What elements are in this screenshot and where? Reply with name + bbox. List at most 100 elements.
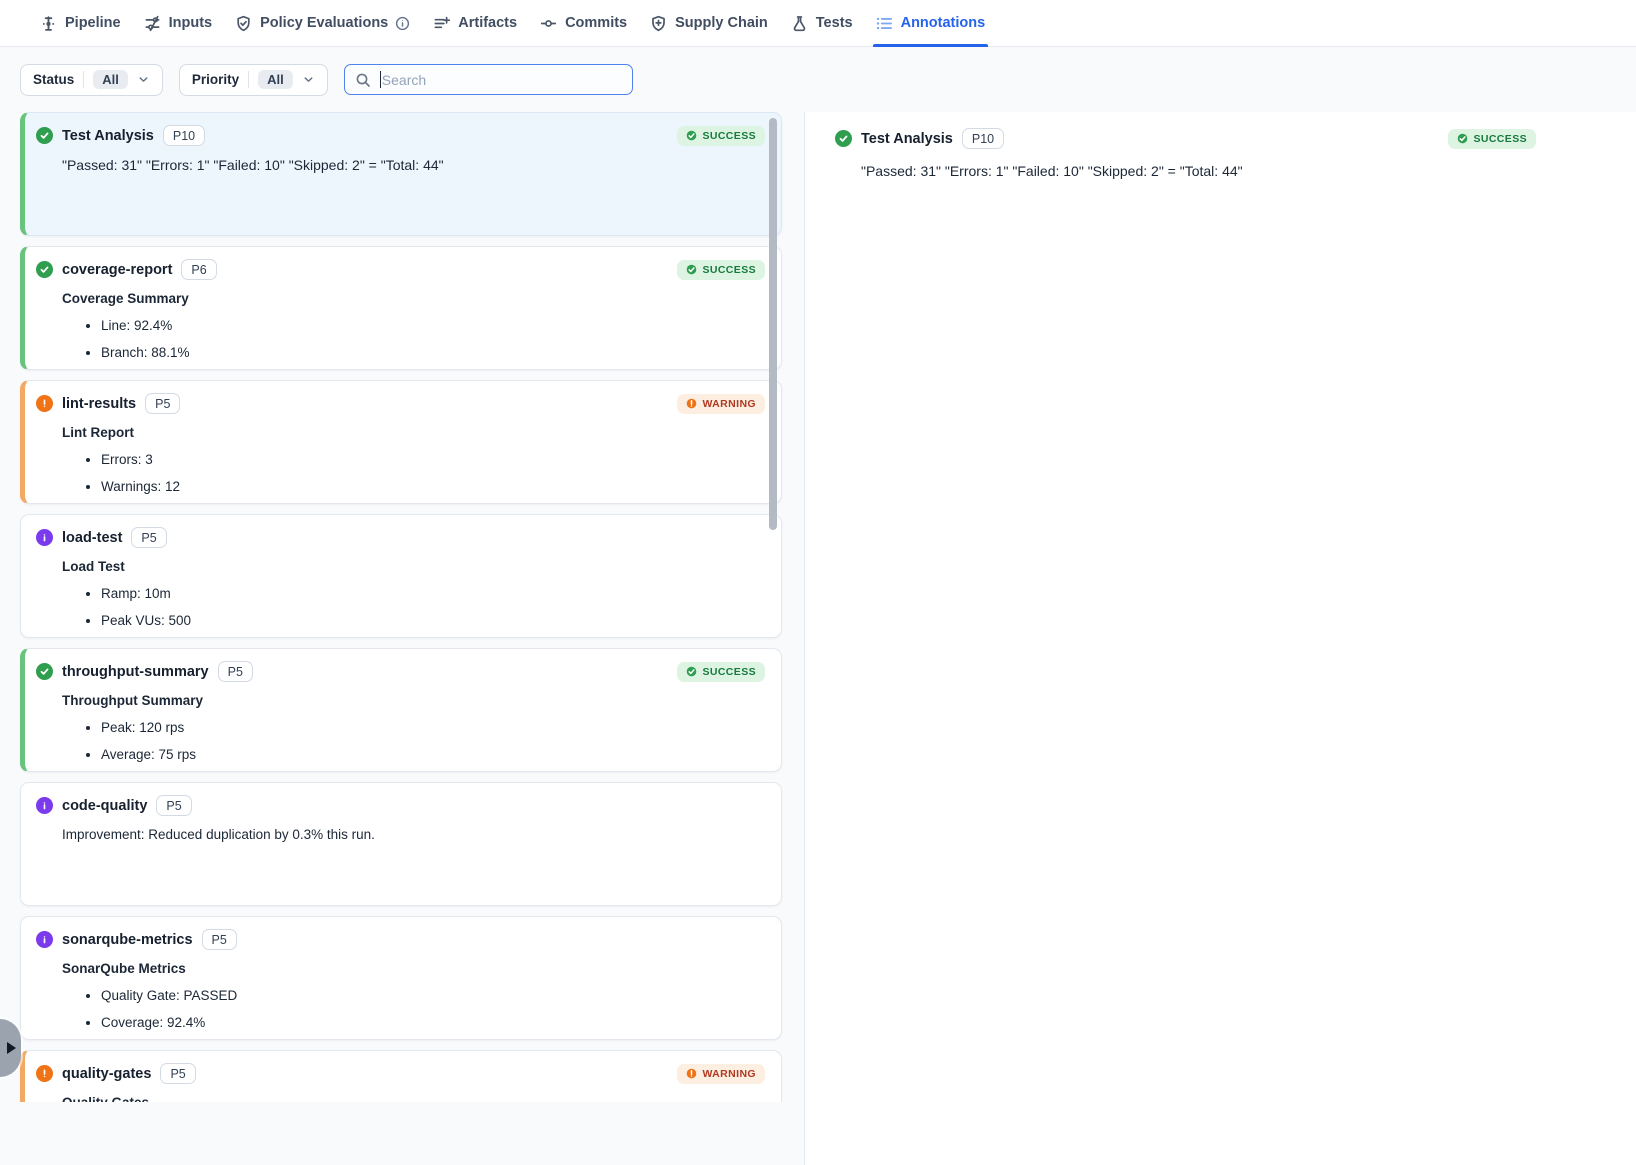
annotation-title: coverage-report — [62, 262, 172, 278]
card-header: sonarqube-metrics P5 — [36, 929, 765, 950]
card-body: SonarQube Metrics Quality Gate: PASSED C… — [36, 960, 765, 1033]
tab-pipeline[interactable]: Pipeline — [40, 0, 121, 46]
priority-badge: P5 — [145, 393, 180, 414]
card-header: coverage-report P6 SUCCESS — [36, 259, 765, 280]
tab-label: Pipeline — [65, 15, 121, 31]
shield-check-icon — [235, 15, 252, 32]
annotation-card-throughput-summary[interactable]: throughput-summary P5 SUCCESS Throughput… — [20, 648, 782, 772]
annotation-card-sonarqube-metrics[interactable]: sonarqube-metrics P5 SonarQube Metrics Q… — [20, 916, 782, 1040]
status-filter-dropdown[interactable]: Status All — [20, 64, 163, 96]
tab-artifacts[interactable]: Artifacts — [433, 0, 517, 46]
status-badge-warning: WARNING — [677, 1064, 765, 1084]
tab-bar: Pipeline Inputs Policy Evaluations — [0, 0, 1636, 47]
tab-policy-evaluations[interactable]: Policy Evaluations — [235, 0, 410, 46]
status-filter-label: Status — [33, 72, 74, 87]
card-header: Test Analysis P10 SUCCESS — [36, 125, 765, 146]
tab-commits[interactable]: Commits — [540, 0, 627, 46]
bullet-item: Average: 75 rps — [101, 746, 765, 764]
priority-badge: P5 — [131, 527, 166, 548]
annotation-card-quality-gates[interactable]: quality-gates P5 WARNING Quality Gates — [20, 1050, 782, 1102]
annotation-heading: Load Test — [62, 558, 765, 576]
status-badge-success: SUCCESS — [677, 126, 765, 146]
annotation-bullets: Peak: 120 rps Average: 75 rps — [62, 719, 765, 764]
play-icon — [7, 1042, 16, 1054]
bullet-item: Quality Gate: PASSED — [101, 987, 765, 1005]
bullet-item: Line: 92.4% — [101, 317, 765, 335]
status-badge-warning: WARNING — [677, 394, 765, 414]
search-icon — [355, 72, 371, 88]
tab-label: Policy Evaluations — [260, 15, 388, 31]
priority-filter-label: Priority — [192, 72, 239, 87]
bullet-item: Coverage: 92.4% — [101, 1014, 765, 1032]
card-body: Load Test Ramp: 10m Peak VUs: 500 — [36, 558, 765, 631]
annotation-card-code-quality[interactable]: code-quality P5 Improvement: Reduced dup… — [20, 782, 782, 906]
status-label: WARNING — [702, 1068, 756, 1080]
annotations-list: Test Analysis P10 SUCCESS "Passed: 31" "… — [0, 112, 804, 1102]
annotation-text: "Passed: 31" "Errors: 1" "Failed: 10" "S… — [62, 156, 765, 175]
tab-supply-chain[interactable]: Supply Chain — [650, 0, 768, 46]
annotations-list-panel: Test Analysis P10 SUCCESS "Passed: 31" "… — [0, 112, 805, 1165]
card-body: Throughput Summary Peak: 120 rps Average… — [36, 692, 765, 765]
flask-icon — [791, 15, 808, 32]
priority-badge: P5 — [160, 1063, 195, 1084]
annotation-card-load-test[interactable]: load-test P5 Load Test Ramp: 10m Peak VU… — [20, 514, 782, 638]
status-label: SUCCESS — [702, 264, 756, 276]
success-check-icon — [36, 663, 53, 680]
status-label: SUCCESS — [702, 130, 756, 142]
pipeline-icon — [40, 15, 57, 32]
list-scrollbar-thumb[interactable] — [769, 118, 777, 530]
annotation-bullets: Quality Gate: PASSED Coverage: 92.4% — [62, 987, 765, 1032]
tab-label: Supply Chain — [675, 15, 768, 31]
status-filter-value: All — [93, 70, 128, 89]
annotation-heading: Coverage Summary — [62, 290, 765, 308]
annotation-card-coverage-report[interactable]: coverage-report P6 SUCCESS Coverage Summ… — [20, 246, 782, 370]
priority-badge: P5 — [156, 795, 191, 816]
tab-label: Artifacts — [458, 15, 517, 31]
tab-label: Inputs — [169, 15, 213, 31]
list-icon — [876, 15, 893, 32]
status-label: WARNING — [702, 398, 756, 410]
search-input[interactable] — [379, 72, 622, 88]
card-header: load-test P5 — [36, 527, 765, 548]
status-label: SUCCESS — [702, 666, 756, 678]
card-header: throughput-summary P5 SUCCESS — [36, 661, 765, 682]
card-header: quality-gates P5 WARNING — [36, 1063, 765, 1084]
divider — [83, 71, 84, 88]
bullet-item: Ramp: 10m — [101, 585, 765, 603]
detail-body-text: "Passed: 31" "Errors: 1" "Failed: 10" "S… — [835, 163, 1536, 179]
priority-badge: P5 — [202, 929, 237, 950]
git-commit-icon — [540, 15, 557, 32]
status-badge-success: SUCCESS — [677, 260, 765, 280]
annotation-title: lint-results — [62, 396, 136, 412]
check-circle-icon — [686, 666, 697, 677]
annotation-card-lint-results[interactable]: lint-results P5 WARNING Lint Report Erro… — [20, 380, 782, 504]
priority-badge: P10 — [962, 128, 1004, 149]
bullet-item: Errors: 3 — [101, 451, 765, 469]
annotation-title: Test Analysis — [62, 128, 154, 144]
annotation-bullets: Line: 92.4% Branch: 88.1% — [62, 317, 765, 362]
annotation-heading: Quality Gates — [62, 1094, 765, 1102]
status-label: SUCCESS — [1473, 133, 1527, 145]
annotation-title: throughput-summary — [62, 664, 209, 680]
warning-icon — [36, 1065, 53, 1082]
tab-annotations[interactable]: Annotations — [876, 0, 986, 46]
card-header: code-quality P5 — [36, 795, 765, 816]
status-badge-success: SUCCESS — [677, 662, 765, 682]
annotation-bullets: Errors: 3 Warnings: 12 — [62, 451, 765, 496]
annotation-heading: Lint Report — [62, 424, 765, 442]
card-body: Quality Gates — [36, 1094, 765, 1102]
info-circle-icon — [395, 16, 410, 31]
tab-inputs[interactable]: Inputs — [144, 0, 213, 46]
annotation-title: code-quality — [62, 798, 147, 814]
check-circle-icon — [686, 264, 697, 275]
warning-circle-icon — [686, 1068, 697, 1079]
card-header: lint-results P5 WARNING — [36, 393, 765, 414]
search-box[interactable] — [344, 64, 633, 95]
tab-tests[interactable]: Tests — [791, 0, 853, 46]
warning-circle-icon — [686, 398, 697, 409]
annotation-card-test-analysis[interactable]: Test Analysis P10 SUCCESS "Passed: 31" "… — [20, 112, 782, 236]
annotation-title: sonarqube-metrics — [62, 932, 193, 948]
shield-icon — [650, 15, 667, 32]
priority-filter-dropdown[interactable]: Priority All — [179, 64, 328, 96]
annotation-bullets: Ramp: 10m Peak VUs: 500 — [62, 585, 765, 630]
